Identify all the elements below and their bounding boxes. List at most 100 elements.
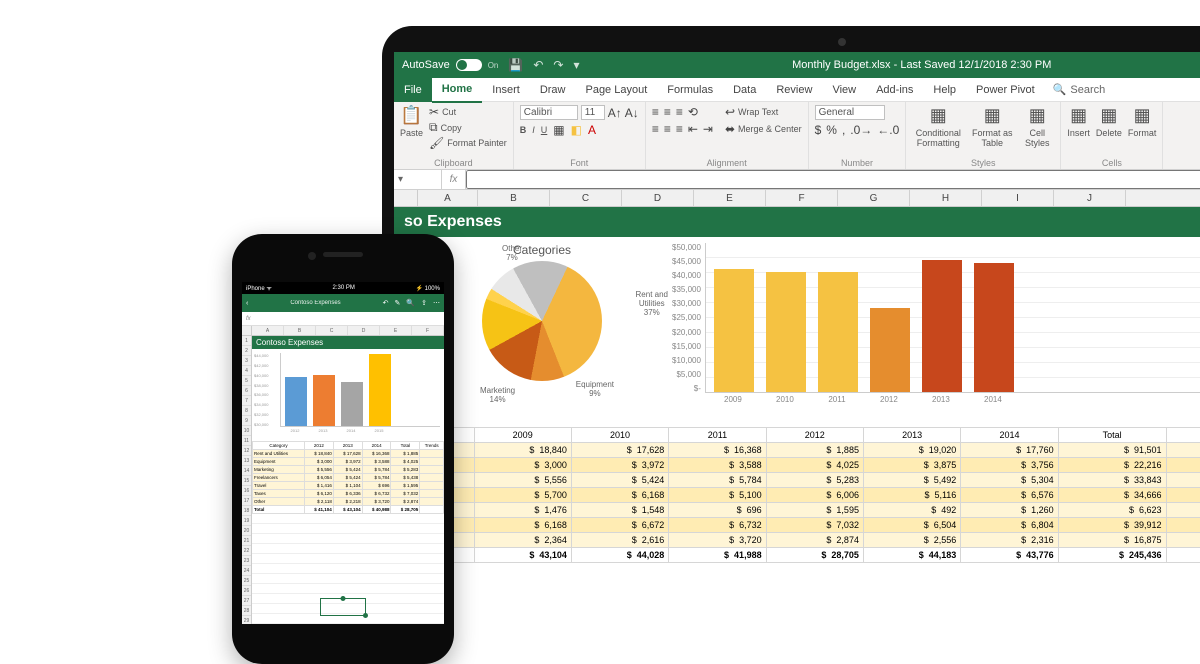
select-all-corner[interactable] <box>394 190 418 206</box>
tab-help[interactable]: Help <box>923 78 966 102</box>
fx-icon[interactable]: fx <box>442 170 466 189</box>
insert-cell-button[interactable]: ▦Insert <box>1067 105 1090 138</box>
tell-me-search[interactable]: 🔍 Search <box>1053 83 1106 96</box>
conditional-formatting-button[interactable]: ▦Conditional Formatting <box>912 105 964 148</box>
name-box[interactable]: ▾ <box>394 170 442 189</box>
table-row[interactable]: Taxes$ 6,120$ 6,336$ 6,732$ 7,032 <box>253 490 444 498</box>
redo-icon[interactable]: ↷ <box>553 58 563 72</box>
col-header[interactable]: I <box>982 190 1054 206</box>
font-name-dropdown[interactable]: Calibri <box>520 105 578 120</box>
selection-handle[interactable] <box>320 598 366 616</box>
align-middle-icon[interactable]: ≡ <box>664 105 671 119</box>
table-row[interactable]: Other$ 2,118$ 2,218$ 3,720$ 2,874 <box>253 498 444 506</box>
cut-button[interactable]: ✂Cut <box>429 105 507 119</box>
phone-expense-table[interactable]: Category201220132014TotalTrends Rent and… <box>252 441 444 514</box>
col-header[interactable]: D <box>622 190 694 206</box>
tab-power-pivot[interactable]: Power Pivot <box>966 78 1045 102</box>
bold-button[interactable]: B <box>520 125 527 135</box>
col-header[interactable]: A <box>418 190 478 206</box>
format-painter-button[interactable]: 🖌Format Painter <box>429 136 507 150</box>
tab-file[interactable]: File <box>394 78 432 102</box>
tab-draw[interactable]: Draw <box>530 78 576 102</box>
tab-data[interactable]: Data <box>723 78 766 102</box>
decrease-font-icon[interactable]: A↓ <box>625 106 639 120</box>
font-color-icon[interactable]: A <box>588 123 596 137</box>
table-row[interactable]: $ 2,364$ 2,616$ 3,720$ 2,874$ 2,556$ 2,3… <box>395 533 1200 548</box>
col-header[interactable]: J <box>1054 190 1126 206</box>
increase-font-icon[interactable]: A↑ <box>608 106 622 120</box>
table-row[interactable]: Travel$ 1,416$ 1,104$ 696$ 1,595 <box>253 482 444 490</box>
table-row[interactable]: Utilities$ 18,840$ 17,628$ 16,368$ 1,885… <box>395 443 1200 458</box>
decimal-dec-icon[interactable]: ←.0 <box>877 123 899 137</box>
table-row[interactable]: Rent and Utilities$ 18,840$ 17,628$ 16,3… <box>253 450 444 458</box>
fill-color-icon[interactable]: ◧ <box>571 123 582 137</box>
tab-page-layout[interactable]: Page Layout <box>575 78 657 102</box>
phone-formula-bar[interactable]: fx <box>242 312 444 326</box>
format-as-table-button[interactable]: ▦Format as Table <box>970 105 1014 148</box>
formula-input[interactable] <box>466 170 1200 189</box>
tab-view[interactable]: View <box>822 78 866 102</box>
align-bottom-icon[interactable]: ≡ <box>676 105 683 119</box>
table-row[interactable]: $ 3,000$ 3,972$ 3,588$ 4,025$ 3,875$ 3,7… <box>395 458 1200 473</box>
search-icon[interactable]: 🔍 <box>406 299 415 307</box>
align-top-icon[interactable]: ≡ <box>652 105 659 119</box>
wrap-text-button[interactable]: ↩Wrap Text <box>725 105 802 119</box>
bar-chart[interactable]: $50,000$45,000$40,000$35,000$30,000$25,0… <box>672 243 1200 423</box>
draw-icon[interactable]: ✎ <box>395 299 401 307</box>
currency-icon[interactable]: $ <box>815 123 822 137</box>
col-header[interactable]: B <box>478 190 550 206</box>
number-format-dropdown[interactable]: General <box>815 105 885 120</box>
cell-styles-button[interactable]: ▦Cell Styles <box>1020 105 1054 148</box>
decimal-inc-icon[interactable]: .0→ <box>850 123 872 137</box>
switch-icon[interactable] <box>456 59 482 71</box>
expense-table[interactable]: 200920102011201220132014TotalTrend Utili… <box>394 427 1200 563</box>
tab-review[interactable]: Review <box>766 78 822 102</box>
table-row[interactable]: $ 6,168$ 6,672$ 6,732$ 7,032$ 6,504$ 6,8… <box>395 518 1200 533</box>
tab-home[interactable]: Home <box>432 77 483 103</box>
indent-decrease-icon[interactable]: ⇤ <box>688 122 698 136</box>
table-row[interactable]: Freelancers$ 6,054$ 5,424$ 5,784$ 5,438 <box>253 474 444 482</box>
table-row[interactable]: Equipment$ 3,000$ 3,972$ 3,588$ 4,025 <box>253 458 444 466</box>
comma-icon[interactable]: , <box>842 123 845 137</box>
autosave-toggle[interactable]: AutoSave On <box>402 59 498 71</box>
table-row[interactable]: Marketing$ 5,556$ 5,424$ 5,784$ 5,283 <box>253 466 444 474</box>
paste-button[interactable]: 📋Paste <box>400 105 423 138</box>
tab-addins[interactable]: Add-ins <box>866 78 923 102</box>
table-total-row[interactable]: $ 43,104$ 44,028$ 41,988$ 28,705$ 44,183… <box>395 548 1200 563</box>
col-header[interactable]: E <box>694 190 766 206</box>
table-row[interactable]: $ 5,556$ 5,424$ 5,784$ 5,283$ 5,492$ 5,3… <box>395 473 1200 488</box>
col-header[interactable]: G <box>838 190 910 206</box>
tab-formulas[interactable]: Formulas <box>657 78 723 102</box>
save-icon[interactable]: 💾 <box>508 58 523 72</box>
underline-button[interactable]: U <box>541 125 548 135</box>
tab-insert[interactable]: Insert <box>482 78 530 102</box>
worksheet[interactable]: so Expenses Categories Other 7% Rent and… <box>394 207 1200 626</box>
indent-increase-icon[interactable]: ⇥ <box>703 122 713 136</box>
table-row[interactable]: $ 1,476$ 1,548$ 696$ 1,595$ 492$ 1,260$ … <box>395 503 1200 518</box>
align-center-icon[interactable]: ≡ <box>664 122 671 136</box>
border-icon[interactable]: ▦ <box>553 123 564 137</box>
delete-cell-button[interactable]: ▦Delete <box>1096 105 1122 138</box>
chevron-down-icon[interactable]: ▾ <box>573 58 579 72</box>
undo-icon[interactable]: ↶ <box>383 299 389 307</box>
back-icon[interactable]: ‹ <box>246 300 248 307</box>
more-icon[interactable]: ⋯ <box>433 299 440 307</box>
copy-icon: ⧉ <box>429 120 438 135</box>
undo-icon[interactable]: ↶ <box>533 58 543 72</box>
col-header[interactable]: C <box>550 190 622 206</box>
align-right-icon[interactable]: ≡ <box>676 122 683 136</box>
orientation-icon[interactable]: ⟲ <box>688 105 698 119</box>
format-cell-button[interactable]: ▦Format <box>1128 105 1157 138</box>
font-size-dropdown[interactable]: 11 <box>581 105 605 120</box>
col-header[interactable]: F <box>766 190 838 206</box>
phone-sheet[interactable]: Contoso Expenses $44,000$42,000$40,000$3… <box>252 336 444 624</box>
col-header[interactable]: H <box>910 190 982 206</box>
merge-center-button[interactable]: ⬌Merge & Center <box>725 122 802 136</box>
align-left-icon[interactable]: ≡ <box>652 122 659 136</box>
share-icon[interactable]: ⇪ <box>421 299 427 307</box>
italic-button[interactable]: I <box>532 125 535 135</box>
copy-button[interactable]: ⧉Copy <box>429 120 507 135</box>
percent-icon[interactable]: % <box>826 123 837 137</box>
table-row[interactable]: $ 5,700$ 6,168$ 5,100$ 6,006$ 5,116$ 6,5… <box>395 488 1200 503</box>
phone-bar-chart[interactable]: $44,000$42,000$40,000$38,000$36,000$34,0… <box>252 349 444 441</box>
